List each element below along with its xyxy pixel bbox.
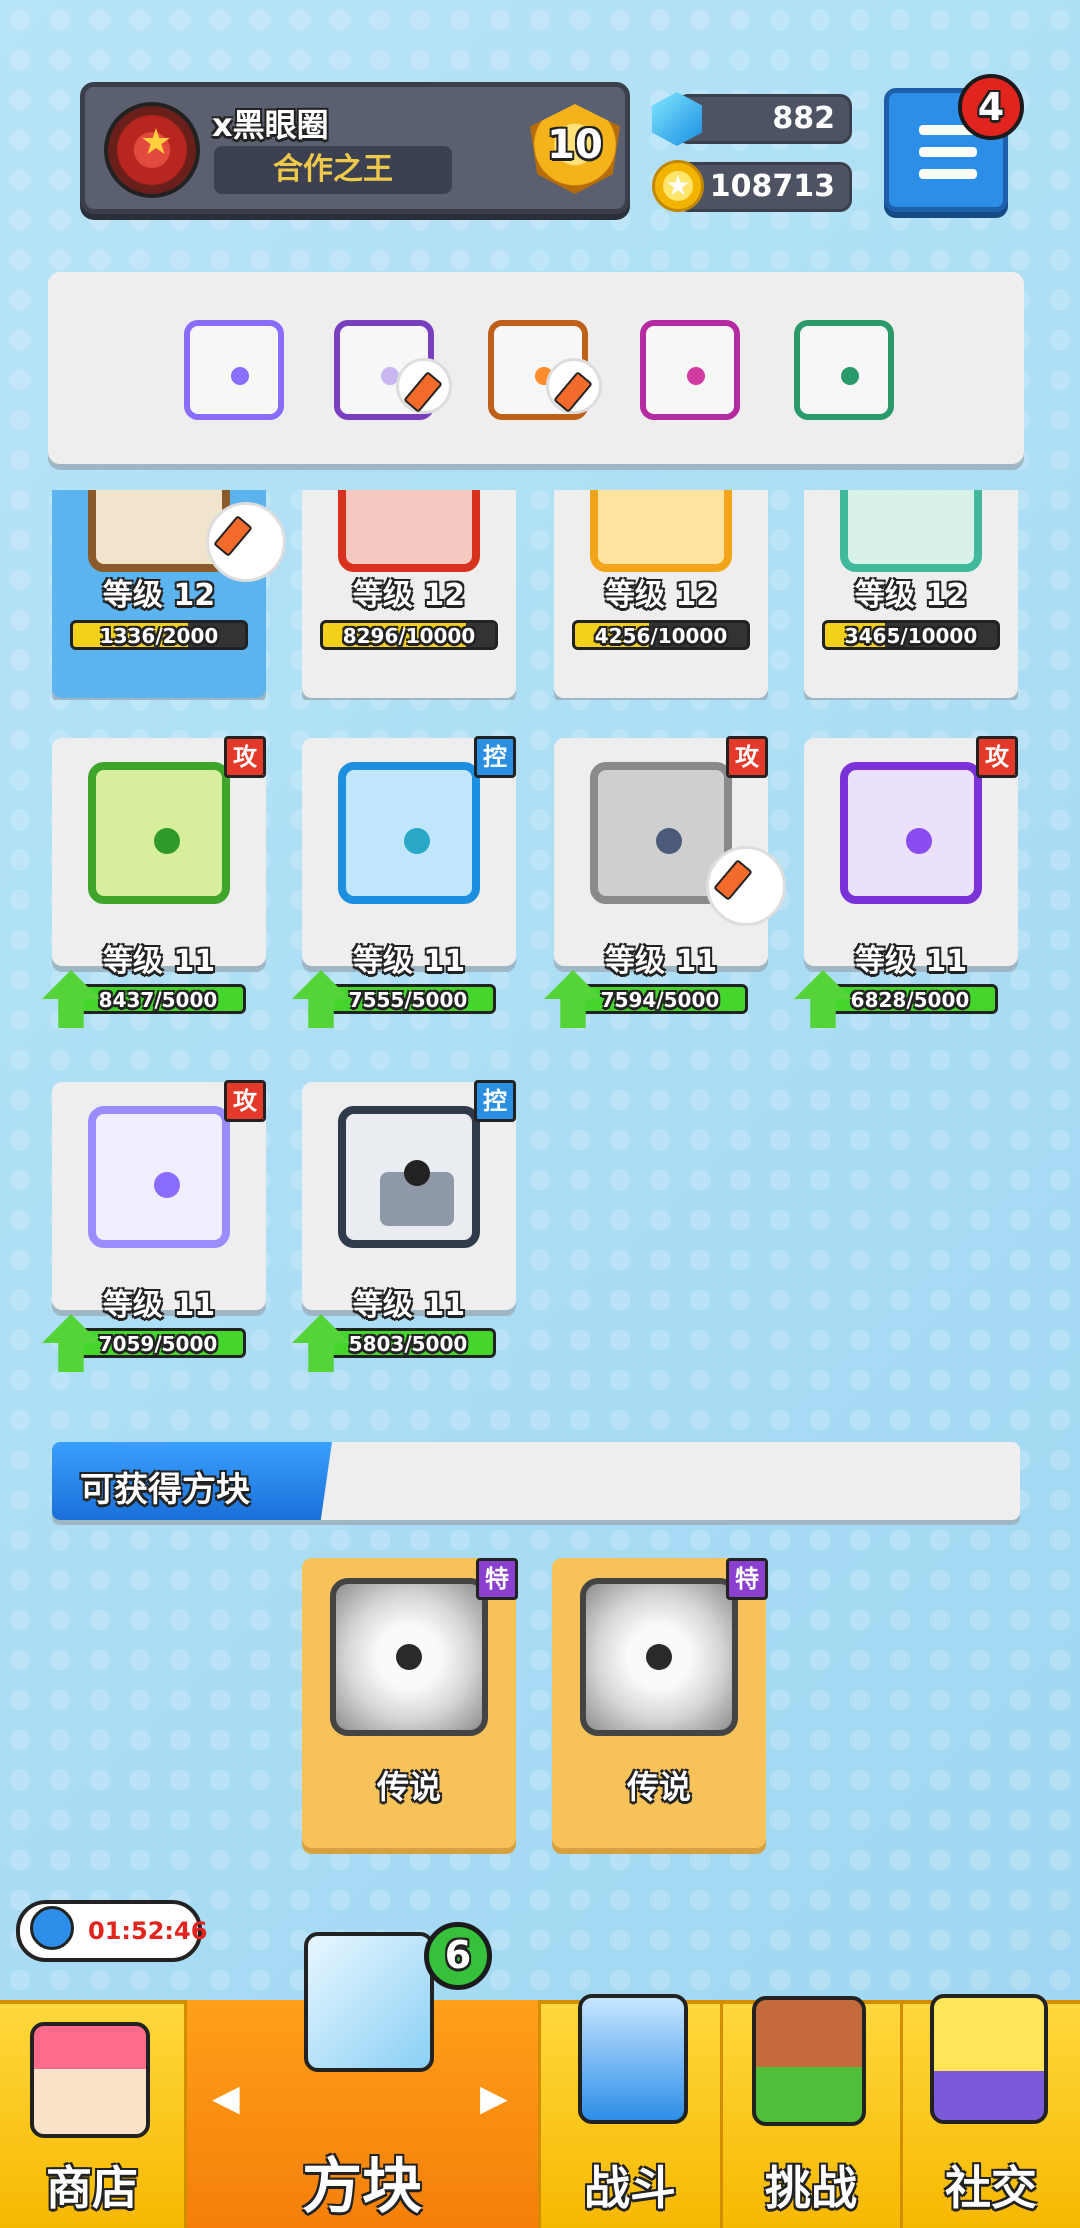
coin-icon: ★ [652, 160, 704, 212]
cube-dot [396, 1644, 422, 1670]
cube-dot [404, 828, 430, 854]
progress-bar: 8296/10000 [320, 620, 498, 650]
nav-prev-arrow-icon[interactable]: ◀ [212, 2078, 240, 2119]
gem-counter[interactable]: 882 [676, 94, 852, 144]
progress-text: 8437/5000 [98, 988, 218, 1012]
nav-challenge-label: 挑战 [765, 2161, 857, 2215]
progress-text: 4256/10000 [594, 624, 728, 648]
control-tag: 控 [474, 1080, 516, 1122]
shield-sword-icon [578, 1994, 688, 2124]
stopwatch-icon [30, 1906, 74, 1950]
section-title: 可获得方块 [80, 1470, 250, 1510]
cube-dot [154, 828, 180, 854]
deck-slot-5[interactable] [794, 320, 894, 420]
cube-art [88, 762, 230, 904]
legendary-cube-card[interactable]: 传说 [302, 1558, 516, 1848]
cube-dot [906, 828, 932, 854]
card-level: 等级 11 [352, 1288, 466, 1323]
nav-social-label: 社交 [945, 2161, 1037, 2215]
player-title: 合作之王 [214, 146, 452, 194]
cube-art [338, 490, 480, 572]
card-level: 等级 11 [102, 944, 216, 979]
nav-challenge[interactable]: 挑战 [722, 1996, 900, 2228]
nav-cubes-label: 方块 [302, 2152, 422, 2222]
progress-text: 5803/5000 [348, 1332, 468, 1356]
deck-dot [841, 367, 859, 385]
card-level: 等级 11 [102, 1288, 216, 1323]
progress-text: 1336/2000 [99, 624, 219, 648]
cubes-notification-badge: 6 [424, 1922, 492, 1990]
menu-icon-bar [919, 147, 977, 157]
deck-dot [687, 367, 705, 385]
attack-tag: 攻 [976, 736, 1018, 778]
edit-pencil-icon[interactable] [546, 358, 602, 414]
cube-art [338, 1106, 480, 1248]
menu-notification-badge: 4 [958, 74, 1024, 140]
mystery-cube-icon [304, 1932, 434, 2072]
progress-text: 7594/5000 [600, 988, 720, 1012]
cube-card[interactable]: 等级 12 3465/10000 [804, 490, 1018, 698]
edit-pencil-icon[interactable] [206, 502, 286, 582]
attack-tag: 攻 [726, 736, 768, 778]
cube-dot [404, 1160, 430, 1186]
deck-slot-4[interactable] [640, 320, 740, 420]
cube-art [580, 1578, 738, 1736]
card-level: 等级 12 [352, 578, 466, 613]
attack-tag: 攻 [224, 1080, 266, 1122]
menu-icon-bar [919, 169, 977, 179]
gem-count: 882 [772, 101, 835, 136]
special-tag: 特 [726, 1558, 768, 1600]
cube-art [840, 490, 982, 572]
card-level: 等级 12 [604, 578, 718, 613]
username: x黑眼圈 [212, 106, 329, 144]
progress-text: 3465/10000 [844, 624, 978, 648]
cube-dot [154, 1172, 180, 1198]
progress-bar: 4256/10000 [572, 620, 750, 650]
nav-shop[interactable]: 商店 [0, 2000, 184, 2228]
card-level: 等级 11 [352, 944, 466, 979]
cube-art [338, 762, 480, 904]
progress-bar: 1336/2000 [70, 620, 248, 650]
shop-icon [30, 2022, 150, 2138]
nav-social[interactable]: 社交 [902, 1994, 1080, 2228]
coin-count: 108713 [709, 169, 835, 204]
nav-shop-label: 商店 [46, 2161, 138, 2215]
progress-text: 8296/10000 [342, 624, 476, 648]
nav-battle-label: 战斗 [584, 2161, 676, 2215]
nav-battle[interactable]: 战斗 [540, 1994, 720, 2228]
cube-card[interactable]: 等级 12 4256/10000 [554, 490, 768, 698]
progress-text: 6828/5000 [850, 988, 970, 1012]
attack-tag: 攻 [224, 736, 266, 778]
cube-art [840, 762, 982, 904]
card-level: 等级 11 [854, 944, 968, 979]
cube-card[interactable]: 等级 12 8296/10000 [302, 490, 516, 698]
progress-text: 7059/5000 [98, 1332, 218, 1356]
cube-dot [646, 1644, 672, 1670]
legendary-cube-card[interactable]: 传说 [552, 1558, 766, 1848]
edit-pencil-icon[interactable] [396, 358, 452, 414]
card-level: 等级 11 [604, 944, 718, 979]
nav-cubes[interactable]: ◀ ▶ 方块 [186, 1932, 538, 2228]
rarity-label: 传说 [626, 1768, 691, 1806]
control-tag: 控 [474, 736, 516, 778]
card-level: 等级 12 [854, 578, 968, 613]
signboard-icon [752, 1996, 866, 2126]
edit-pencil-icon[interactable] [706, 846, 786, 926]
nav-next-arrow-icon[interactable]: ▶ [480, 2078, 508, 2119]
deck-slot-1[interactable] [184, 320, 284, 420]
special-tag: 特 [476, 1558, 518, 1600]
rank-number: 10 [547, 122, 603, 168]
cube-art [590, 490, 732, 572]
progress-text: 7555/5000 [348, 988, 468, 1012]
deck-dot [231, 367, 249, 385]
card-grid-row-1: 等级 12 1336/2000 等级 12 8296/10000 等级 12 4… [0, 490, 1080, 700]
cube-dot [656, 828, 682, 854]
cube-art [88, 1106, 230, 1248]
rarity-label: 传说 [376, 1768, 441, 1806]
social-character-icon [930, 1994, 1048, 2124]
progress-bar: 3465/10000 [822, 620, 1000, 650]
cube-art [330, 1578, 488, 1736]
avatar-star-icon: ★ [139, 122, 173, 163]
